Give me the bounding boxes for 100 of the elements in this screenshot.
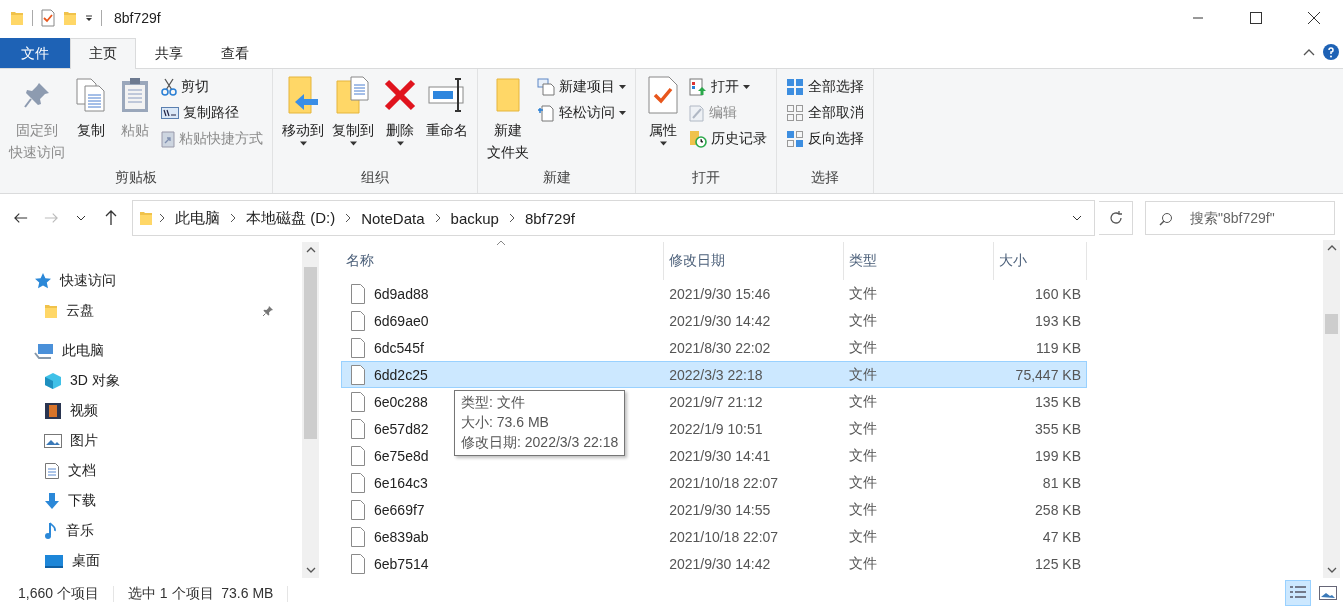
group-label: 选择 [810,169,840,187]
table-cell-text: 2021/9/7 21:12 [668,393,764,410]
collapse-ribbon-icon[interactable] [1303,48,1315,56]
table-cell-text: 2021/9/30 14:55 [668,501,772,518]
column-header[interactable]: 名称 [341,242,664,280]
cube-icon [44,372,62,390]
move-to-icon [286,75,320,115]
close-icon [1308,12,1320,24]
column-header[interactable]: 修改日期 [664,242,844,280]
history-icon [689,130,707,148]
table-cell-text: 2022/1/9 10:51 [668,420,764,437]
up-arrow-icon [105,210,117,226]
folder-icon [495,75,521,115]
table-cell-text: 135 KB [1034,393,1082,410]
sort-indicator-icon [496,240,506,246]
table-cell-text: 119 KB [1035,339,1082,356]
column-header[interactable]: 类型 [844,242,994,280]
clipboard-icon [120,75,150,115]
ribbon-button[interactable]: 历史记录 [686,127,770,151]
ribbon-button[interactable]: 复制路径 [158,101,266,125]
sidebar-item[interactable]: 云盘 [0,296,280,326]
sidebar-item[interactable]: 桌面 [0,546,280,576]
details-view-button[interactable] [1285,580,1311,606]
file-icon [350,553,366,574]
ribbon-tab[interactable]: 共享 [136,38,202,68]
breadcrumb[interactable]: 本地磁盘 (D:) [242,208,340,228]
refresh-button[interactable] [1099,201,1133,235]
image-icon [44,433,62,449]
file-name: 6dd2c25 [374,366,428,383]
ribbon-button[interactable]: 复制到 [329,73,377,169]
ribbon-button[interactable]: 全部选择 [783,75,867,99]
table-cell-text: 2022/3/3 22:18 [668,366,764,383]
sidebar-item[interactable]: 视频 [0,396,280,426]
scroll-thumb[interactable] [1325,314,1338,334]
breadcrumb[interactable]: NoteData [357,209,429,227]
path-icon [161,107,179,119]
download-icon [44,492,60,510]
ribbon-tab[interactable]: 查看 [202,38,268,68]
sidebar-item[interactable]: 文档 [0,456,280,486]
ribbon-button[interactable]: 重命名 [423,73,471,169]
ribbon-button[interactable]: 反向选择 [783,127,867,151]
table-cell-text: 文件 [847,392,878,411]
chevron-right-icon [230,213,236,223]
table-cell-text: 199 KB [1034,447,1082,464]
sidebar-item[interactable]: 快速访问 [0,266,280,296]
file-name: 6eb7514 [374,555,429,572]
ribbon-button[interactable]: 全部取消 [783,101,867,125]
folder-icon [139,210,153,226]
details-list-icon [1289,585,1307,601]
table-cell-text: 47 KB [1041,528,1082,545]
file-name: 6dc545f [374,339,424,356]
ribbon-button[interactable]: 删除 [379,73,421,169]
ribbon-button[interactable]: 新建 文件夹 [484,73,532,169]
sidebar-item[interactable]: 3D 对象 [0,366,280,396]
breadcrumb[interactable]: backup [446,209,503,227]
folder-icon [10,10,24,26]
ribbon-button[interactable]: 剪切 [158,75,266,99]
ribbon-button[interactable]: 打开 [686,75,770,99]
caret-icon[interactable] [85,14,93,22]
copy-to-icon [335,75,371,115]
scrollbar[interactable] [1323,240,1340,578]
selected-file-row[interactable]: 6dd2c25 2022/3/3 22:18 文件 75,447 KB [341,361,1087,388]
sidebar-item[interactable]: 图片 [0,426,280,456]
breadcrumb[interactable]: 8bf729f [520,209,579,227]
chevron-right-icon [508,213,515,223]
select-all-icon [786,78,804,96]
caret-icon [396,141,404,146]
file-name: 6d69ae0 [374,312,429,329]
ribbon-tab[interactable]: 文件 [0,38,70,68]
sidebar-item[interactable]: 此电脑 [0,336,280,366]
ribbon-button[interactable]: 移动到 [279,73,327,169]
scissors-icon [161,78,177,96]
scrollbar[interactable] [302,242,319,578]
sidebar-item[interactable]: 音乐 [0,516,280,546]
group-label: 组织 [360,169,390,187]
help-icon[interactable] [1323,44,1339,60]
search-field[interactable]: 搜索"8bf729f" [1145,201,1335,235]
column-header[interactable]: 大小 [994,242,1087,280]
ribbon-button[interactable]: 复制 [70,73,112,169]
sidebar-item[interactable]: 下载 [0,486,280,516]
music-note-icon [44,522,58,540]
scroll-thumb[interactable] [304,267,317,439]
table-cell-text: 125 KB [1034,555,1082,572]
chevron-right-icon [434,213,441,223]
file-icon [350,283,366,304]
ribbon-button[interactable]: 新建项目 [534,75,629,99]
table-cell-text: 文件 [847,500,878,519]
address-bar[interactable]: 此电脑 本地磁盘 (D:) NoteData backup 8bf729f [132,200,1095,236]
ribbon-button[interactable]: 属性 [642,73,684,169]
ribbon-tab[interactable]: 主页 [70,38,136,69]
table-cell-text: 文件 [847,338,878,357]
ribbon-button[interactable]: 轻松访问 [534,101,629,125]
table-cell-text: 2021/8/30 22:02 [668,339,772,356]
rename-icon [427,75,467,115]
easy-access-icon [537,104,555,122]
properties-icon [41,9,55,27]
breadcrumb[interactable]: 此电脑 [171,208,224,228]
tooltip-line: 类型: 文件 [461,394,526,412]
forward-arrow-icon [44,212,58,224]
table-cell-text: 文件 [847,527,878,546]
